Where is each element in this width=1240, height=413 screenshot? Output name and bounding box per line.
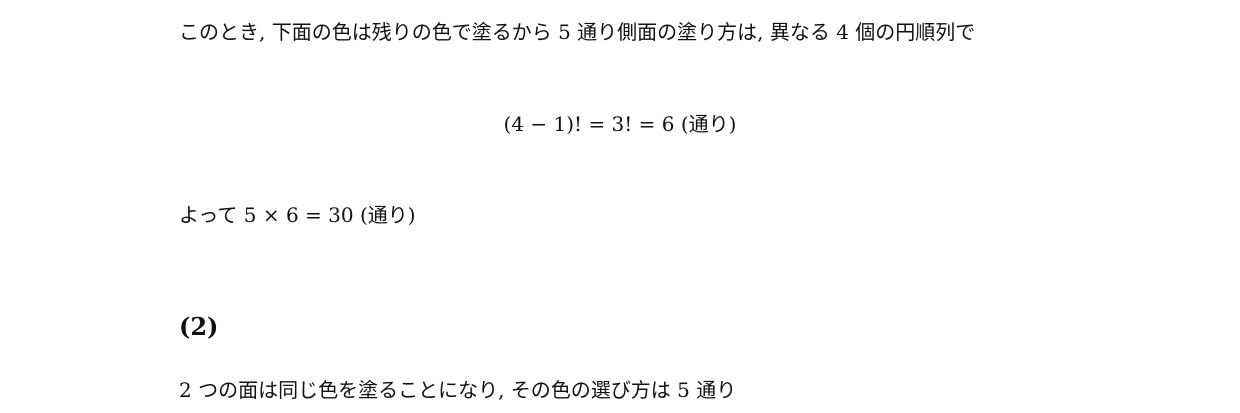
paragraph-line-2: よって 5 × 6 = 30 (通り)	[179, 203, 416, 227]
paragraph-line-1: このとき, 下面の色は残りの色で塗るから 5 通り側面の塗り方は, 異なる 4 …	[179, 20, 976, 44]
paragraph-line-3: 2 つの面は同じ色を塗ることになり, その色の選び方は 5 通り	[179, 378, 737, 402]
display-equation: (4 − 1)! = 3! = 6 (通り)	[503, 112, 737, 136]
section-heading: (2)	[179, 312, 219, 341]
